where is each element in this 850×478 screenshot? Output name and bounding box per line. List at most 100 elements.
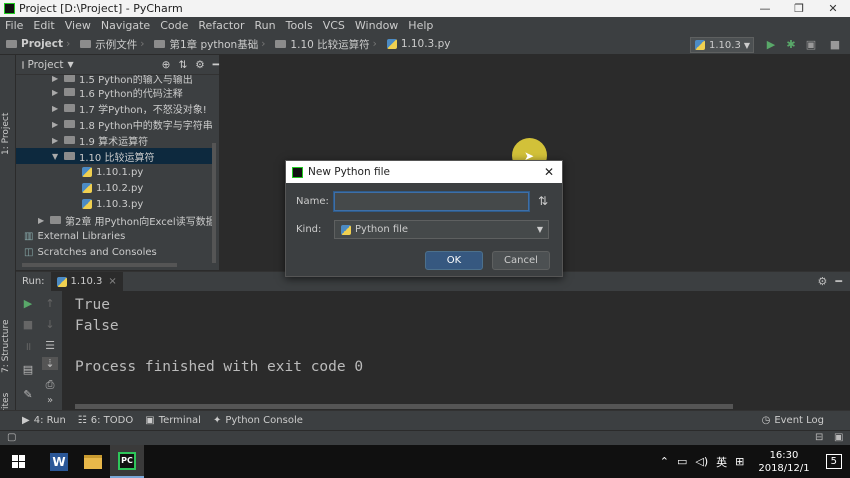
pause-icon[interactable]: ॥ [20, 339, 36, 354]
tree-libraries[interactable]: ▥ External Libraries [24, 228, 125, 244]
pycharm-logo-icon [4, 3, 15, 14]
soft-wrap-icon[interactable]: ☰ [42, 339, 58, 352]
notification-badge[interactable]: 5 [825, 454, 842, 469]
console-scrollbar[interactable] [75, 404, 733, 409]
structure-tool-tab[interactable]: 7: Structure [1, 320, 11, 374]
folder-icon [80, 40, 92, 48]
close-window-button[interactable]: ✕ [816, 2, 850, 15]
folder-icon [64, 120, 75, 128]
tree-folder[interactable]: ▶ 1.6 Python的代码注释 [52, 84, 183, 100]
menu-refactor[interactable]: Refactor [193, 19, 249, 32]
folder-icon [154, 40, 166, 48]
sort-icon[interactable]: ⇅ [538, 194, 548, 208]
ok-button[interactable]: OK [425, 251, 483, 270]
tree-folder[interactable]: ▶ 1.9 算术运算符 [52, 132, 148, 148]
event-log-button[interactable]: ◷ Event Log [762, 415, 824, 426]
folder-icon [64, 104, 75, 112]
gear-icon[interactable]: ⚙ [195, 59, 204, 71]
expand-icon: ▶ [52, 119, 59, 129]
horizontal-scrollbar[interactable] [22, 263, 177, 267]
pin-icon[interactable]: ✎ [20, 388, 36, 401]
python-console-tool-button[interactable]: ✦ Python Console [213, 415, 303, 426]
menu-code[interactable]: Code [155, 19, 193, 32]
cancel-button[interactable]: Cancel [492, 251, 550, 270]
close-icon[interactable]: ✕ [544, 165, 554, 179]
todo-tool-button[interactable]: ☷ 6: TODO [78, 415, 133, 426]
python-file-icon [82, 199, 92, 209]
event-icon[interactable]: ▣ [834, 432, 843, 443]
tree-folder[interactable]: ▶ 1.8 Python中的数字与字符串 [52, 116, 213, 132]
lock-icon[interactable]: ⊟ [815, 432, 823, 443]
console-output[interactable]: True False Process finished with exit co… [62, 291, 850, 401]
menu-window[interactable]: Window [350, 19, 403, 32]
run-tab[interactable]: 1.10.3 × [50, 271, 123, 292]
tree-file[interactable]: 1.10.1.py [82, 164, 143, 180]
print-icon[interactable]: ⎙ [42, 378, 58, 392]
sync-icon[interactable]: ⊕ [162, 59, 171, 71]
tree-folder[interactable]: ▶ 第2章 用Python向Excel读写数据 [38, 212, 216, 228]
project-tool-tab[interactable]: 1: Project [1, 113, 11, 155]
tree-folder[interactable]: ▶ 1.7 学Python，不怒没对象! [52, 100, 207, 116]
menu-tools[interactable]: Tools [281, 19, 318, 32]
hide-icon[interactable]: ━ [835, 275, 842, 288]
rerun-icon[interactable]: ▶ [20, 297, 36, 310]
menu-run[interactable]: Run [250, 19, 281, 32]
run-toolbar: ▶ ↑ ■ ↓ ॥ ☰ ▤ ⇣ ⎙ ✎ » [16, 291, 62, 410]
kind-label: Kind: [296, 224, 322, 235]
tree-file[interactable]: 1.10.3.py [82, 196, 143, 212]
menu-vcs[interactable]: VCS [318, 19, 350, 32]
hide-icon[interactable]: ━ [213, 59, 219, 71]
expand-icon: ▶ [52, 103, 59, 113]
clock[interactable]: 16:30 2018/12/1 [758, 449, 809, 475]
breadcrumb-item[interactable]: 第1章 python基础 › [148, 37, 265, 52]
run-tool-button[interactable]: ▶ 4: Run [22, 415, 66, 426]
gear-icon[interactable]: ⚙ [818, 275, 828, 288]
chevron-up-icon[interactable]: ⌃ [660, 455, 669, 468]
vertical-scrollbar[interactable] [212, 143, 216, 263]
debug-icon[interactable]: ✱ [784, 38, 798, 52]
coverage-icon[interactable]: ▣ [804, 38, 818, 52]
tree-file[interactable]: 1.10.2.py [82, 180, 143, 196]
tree-folder-selected[interactable]: ▼ 1.10 比较运算符 [16, 148, 212, 164]
maximize-button[interactable]: ❐ [782, 2, 816, 15]
menu-help[interactable]: Help [403, 19, 438, 32]
ime-indicator[interactable]: 英 [716, 454, 727, 470]
breadcrumb-item[interactable]: 1.10 比较运算符 › [269, 37, 377, 52]
collapse-icon[interactable]: ⇅ [178, 59, 187, 71]
terminal-tool-button[interactable]: ▣ Terminal [145, 415, 201, 426]
tree-scratches[interactable]: ◫ Scratches and Consoles [24, 244, 157, 260]
breadcrumb-item[interactable]: 1.10.3.py [381, 38, 450, 50]
more-icon[interactable]: » [42, 395, 58, 406]
windows-logo-icon [11, 455, 25, 468]
project-view-select[interactable]: Project [28, 59, 64, 71]
up-icon[interactable]: ↑ [42, 297, 58, 310]
pycharm-app-button[interactable]: PC [110, 445, 144, 478]
start-button[interactable] [0, 445, 36, 478]
breadcrumb-item[interactable]: 示例文件 › [74, 37, 144, 52]
kind-select[interactable]: Python file ▼ [334, 220, 549, 239]
down-icon[interactable]: ↓ [42, 318, 58, 331]
word-app-button[interactable]: W [42, 445, 76, 478]
input-panel-icon[interactable]: ⊞ [735, 455, 744, 468]
minimize-button[interactable]: — [748, 2, 782, 15]
python-file-icon [386, 39, 397, 49]
close-icon[interactable]: × [108, 276, 116, 287]
run-configuration-select[interactable]: 1.10.3 ▼ [690, 37, 754, 53]
name-field[interactable] [334, 192, 529, 211]
network-icon[interactable]: ▭ [677, 455, 687, 468]
chevron-down-icon[interactable]: ▼ [67, 60, 73, 69]
layout-icon[interactable]: ▤ [20, 363, 36, 376]
menu-edit[interactable]: Edit [28, 19, 59, 32]
stop-icon[interactable]: ■ [828, 38, 842, 52]
run-icon[interactable]: ▶ [764, 38, 778, 52]
breadcrumb-item[interactable]: Project › [0, 38, 70, 50]
stop-icon[interactable]: ■ [20, 318, 36, 331]
volume-icon[interactable]: ◁) [695, 455, 708, 468]
toggle-tool-windows-icon[interactable]: ▢ [7, 432, 16, 443]
scroll-to-end-icon[interactable]: ⇣ [42, 357, 58, 370]
explorer-app-button[interactable] [76, 445, 110, 478]
menu-navigate[interactable]: Navigate [96, 19, 155, 32]
menu-file[interactable]: File [0, 19, 28, 32]
status-bar: ▢ ⊟ ▣ [0, 430, 850, 445]
menu-view[interactable]: View [60, 19, 96, 32]
